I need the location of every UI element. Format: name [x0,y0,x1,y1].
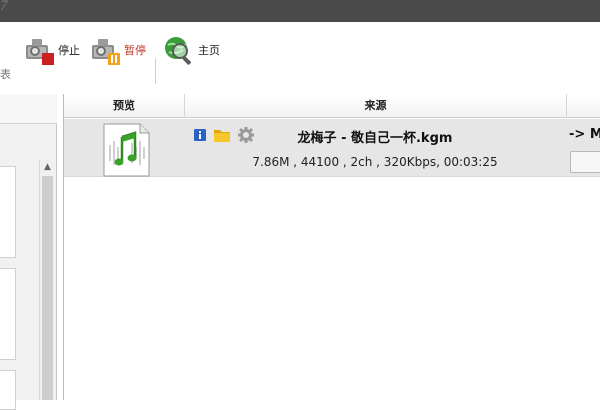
left-panel-header [0,94,57,124]
pause-label: 暂停 [124,44,146,57]
home-button[interactable]: 主页 [162,33,220,67]
target-format: -> M [569,127,600,142]
file-title: 龙梅子 - 敬自己一杯.kgm [297,131,453,146]
home-label: 主页 [198,44,220,57]
toolbar-separator [155,58,156,84]
list-header: 预览 来源 [64,94,600,118]
task-list: 预览 来源 龙梅子 - 敬自己一杯.kgm 7.86M , 44100 , 2c… [63,94,600,400]
left-panel-card[interactable] [0,370,16,410]
pause-icon [92,39,120,65]
column-preview[interactable]: 预览 [64,94,185,118]
row-dropdown-button[interactable] [570,151,600,173]
column-source[interactable]: 来源 [185,94,567,118]
pause-button[interactable]: 暂停 [88,33,146,67]
stop-button[interactable]: 停止 [22,33,80,67]
music-file-icon [103,123,150,177]
column-target[interactable] [567,94,600,118]
info-icon[interactable] [194,129,206,141]
scrollbar-thumb[interactable] [42,176,53,400]
stop-label: 停止 [58,44,80,57]
globe-search-icon [165,37,191,65]
left-panel-card[interactable] [0,268,16,360]
folder-icon[interactable] [214,128,230,142]
title-bar: 7 [0,0,600,22]
left-panel-scrollbar[interactable]: ▲ [39,160,55,400]
window-title: 7 [0,0,8,14]
toolbar-cut-label: 表 [0,68,11,81]
stop-icon [26,39,54,65]
left-panel-card[interactable] [0,166,16,258]
file-meta: 7.86M , 44100 , 2ch , 320Kbps, 00:03:25 [252,155,498,169]
list-item[interactable]: 龙梅子 - 敬自己一杯.kgm 7.86M , 44100 , 2ch , 32… [64,119,600,177]
scroll-up-icon[interactable]: ▲ [40,160,55,175]
